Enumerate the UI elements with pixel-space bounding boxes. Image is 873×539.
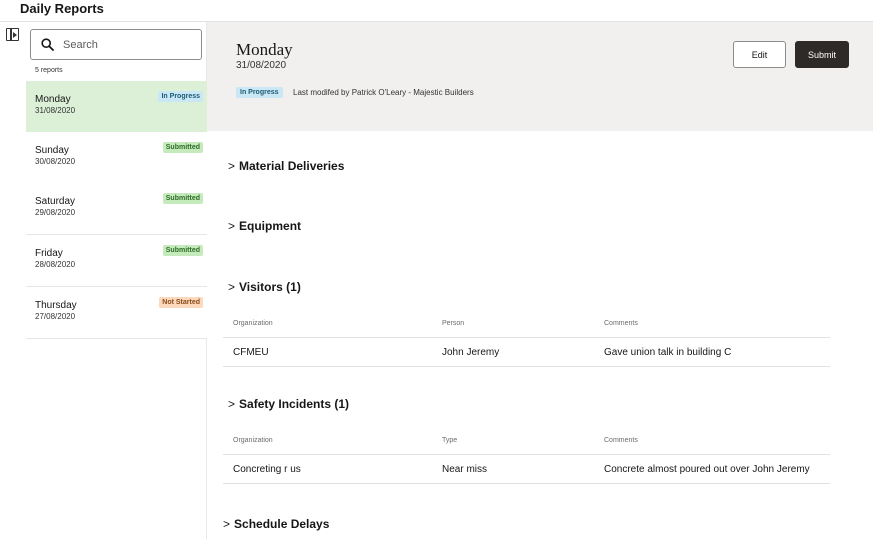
column-header: Type <box>442 437 458 444</box>
safety-incidents-table: Organization Type Comments Concreting r … <box>223 424 830 484</box>
column-header: Organization <box>233 320 273 327</box>
column-header: Comments <box>604 320 638 327</box>
status-badge: Not Started <box>159 297 203 308</box>
column-header: Organization <box>233 437 273 444</box>
table-row[interactable]: Concreting r us Near miss Concrete almos… <box>223 455 830 484</box>
submit-button[interactable]: Submit <box>795 41 849 68</box>
report-date: 29/08/2020 <box>35 208 76 217</box>
table-cell: Near miss <box>442 464 488 475</box>
report-item-friday[interactable]: Friday 28/08/2020 Submitted <box>26 235 207 287</box>
left-rail <box>0 22 26 539</box>
section-title: Equipment <box>239 219 302 233</box>
report-count: 5 reports <box>35 67 63 74</box>
section-visitors[interactable]: > Visitors (1) <box>228 280 301 294</box>
column-header: Comments <box>604 437 638 444</box>
chevron-right-icon: > <box>228 397 236 411</box>
section-material-deliveries[interactable]: > Material Deliveries <box>228 159 344 173</box>
report-item-thursday[interactable]: Thursday 27/08/2020 Not Started <box>26 287 207 339</box>
section-title: Safety Incidents (1) <box>239 397 350 411</box>
report-item-sunday[interactable]: Sunday 30/08/2020 Submitted <box>26 132 207 184</box>
edit-button[interactable]: Edit <box>733 41 786 68</box>
report-date: 31/08/2020 <box>236 60 287 71</box>
app-title: Daily Reports <box>20 1 104 16</box>
table-cell: Concreting r us <box>233 464 301 475</box>
section-schedule-delays[interactable]: > Schedule Delays <box>223 517 329 531</box>
report-date: 28/08/2020 <box>35 260 76 269</box>
visitors-table: Organization Person Comments CFMEU John … <box>223 307 830 367</box>
status-badge: Submitted <box>162 193 203 204</box>
report-item-monday[interactable]: Monday 31/08/2020 In Progress <box>26 81 207 133</box>
report-day: Monday <box>35 94 71 105</box>
report-date: 30/08/2020 <box>35 157 76 166</box>
chevron-right-icon: > <box>228 219 236 233</box>
table-cell: Concrete almost poured out over John Jer… <box>604 464 810 475</box>
search-icon <box>41 38 54 51</box>
table-cell: Gave union talk in building C <box>604 347 732 358</box>
table-cell: John Jeremy <box>442 347 500 358</box>
search-box[interactable] <box>30 29 202 60</box>
report-title: Monday <box>236 40 293 59</box>
table-row[interactable]: CFMEU John Jeremy Gave union talk in bui… <box>223 338 830 367</box>
chevron-right-icon: > <box>228 280 236 294</box>
report-day: Saturday <box>35 196 76 207</box>
status-badge: Submitted <box>162 142 203 153</box>
top-bar: Daily Reports <box>0 0 873 22</box>
column-header: Person <box>442 320 465 327</box>
report-date: 31/08/2020 <box>35 106 76 115</box>
table-header-row: Organization Type Comments <box>223 424 830 455</box>
report-date: 27/08/2020 <box>35 312 76 321</box>
panel-toggle-icon[interactable] <box>6 28 19 41</box>
report-day: Sunday <box>35 145 69 156</box>
section-title: Schedule Delays <box>234 517 330 531</box>
section-title: Visitors (1) <box>239 280 301 294</box>
table-cell: CFMEU <box>233 347 269 358</box>
status-badge: Submitted <box>162 245 203 256</box>
report-item-saturday[interactable]: Saturday 29/08/2020 Submitted <box>26 183 207 235</box>
status-badge: In Progress <box>158 91 203 102</box>
last-modified-text: Last modifed by Patrick O'Leary - Majest… <box>293 88 474 97</box>
status-badge: In Progress <box>236 87 283 98</box>
section-equipment[interactable]: > Equipment <box>228 219 301 233</box>
chevron-right-icon: > <box>223 517 231 531</box>
report-sidebar: 5 reports Monday 31/08/2020 In Progress … <box>26 22 207 539</box>
section-title: Material Deliveries <box>239 159 345 173</box>
report-day: Thursday <box>35 300 77 311</box>
report-header: Monday 31/08/2020 In Progress Last modif… <box>207 22 873 131</box>
search-input[interactable] <box>63 36 193 54</box>
report-day: Friday <box>35 248 63 259</box>
table-header-row: Organization Person Comments <box>223 307 830 338</box>
chevron-right-icon: > <box>228 159 236 173</box>
section-safety-incidents[interactable]: > Safety Incidents (1) <box>228 397 349 411</box>
